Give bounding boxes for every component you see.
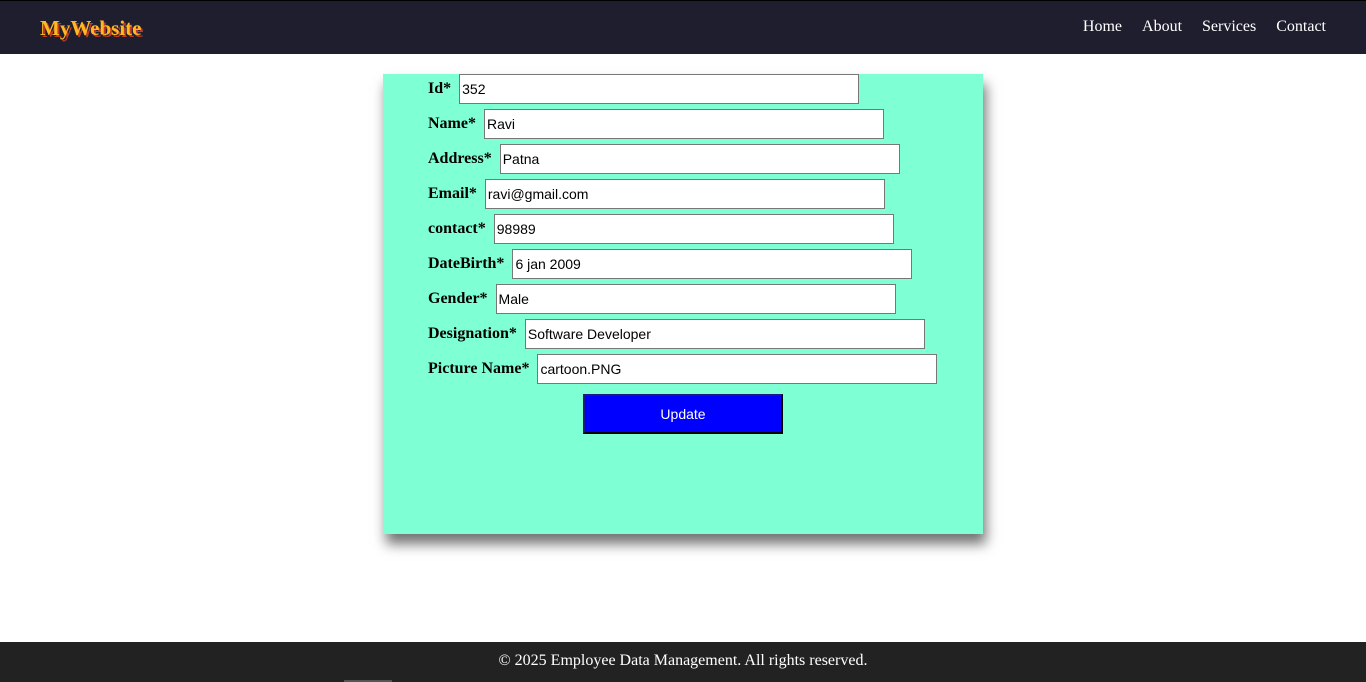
designation-input[interactable]: [524, 319, 925, 349]
nav-link-home[interactable]: Home: [1083, 18, 1122, 36]
form-row-name: Name*: [428, 109, 884, 139]
employee-update-form: Id* Name* Address* Email* contact* DateB…: [383, 74, 983, 534]
footer-copyright: © 2025 Employee Data Management. All rig…: [498, 652, 868, 669]
id-input[interactable]: [459, 74, 860, 104]
form-row-datebirth: DateBirth*: [428, 249, 913, 279]
address-input[interactable]: [499, 144, 900, 174]
id-label: Id*: [428, 80, 452, 97]
form-row-email: Email*: [428, 179, 885, 209]
form-row-picture-name: Picture Name*: [428, 354, 938, 384]
navbar: MyWebsite Home About Services Contact: [0, 0, 1366, 54]
designation-label: Designation*: [428, 325, 517, 342]
nav-link-about[interactable]: About: [1142, 18, 1182, 36]
nav-link-contact[interactable]: Contact: [1276, 18, 1326, 36]
contact-label: contact*: [428, 220, 486, 237]
address-label: Address*: [428, 150, 492, 167]
picture-name-input[interactable]: [537, 354, 938, 384]
picture-name-label: Picture Name*: [428, 360, 530, 377]
nav-link-services[interactable]: Services: [1202, 18, 1256, 36]
form-row-gender: Gender*: [428, 284, 896, 314]
gender-input[interactable]: [495, 284, 896, 314]
datebirth-label: DateBirth*: [428, 255, 505, 272]
nav-links: Home About Services Contact: [1063, 18, 1326, 36]
form-row-address: Address*: [428, 144, 900, 174]
site-logo[interactable]: MyWebsite: [40, 16, 141, 41]
update-button[interactable]: Update: [583, 394, 783, 434]
contact-input[interactable]: [493, 214, 894, 244]
name-input[interactable]: [483, 109, 884, 139]
form-row-contact: contact*: [428, 214, 894, 244]
datebirth-input[interactable]: [512, 249, 913, 279]
gender-label: Gender*: [428, 290, 488, 307]
name-label: Name*: [428, 115, 476, 132]
form-row-id: Id*: [428, 74, 860, 104]
email-label: Email*: [428, 185, 477, 202]
form-row-designation: Designation*: [428, 319, 925, 349]
footer: © 2025 Employee Data Management. All rig…: [0, 642, 1366, 682]
email-input[interactable]: [484, 179, 885, 209]
